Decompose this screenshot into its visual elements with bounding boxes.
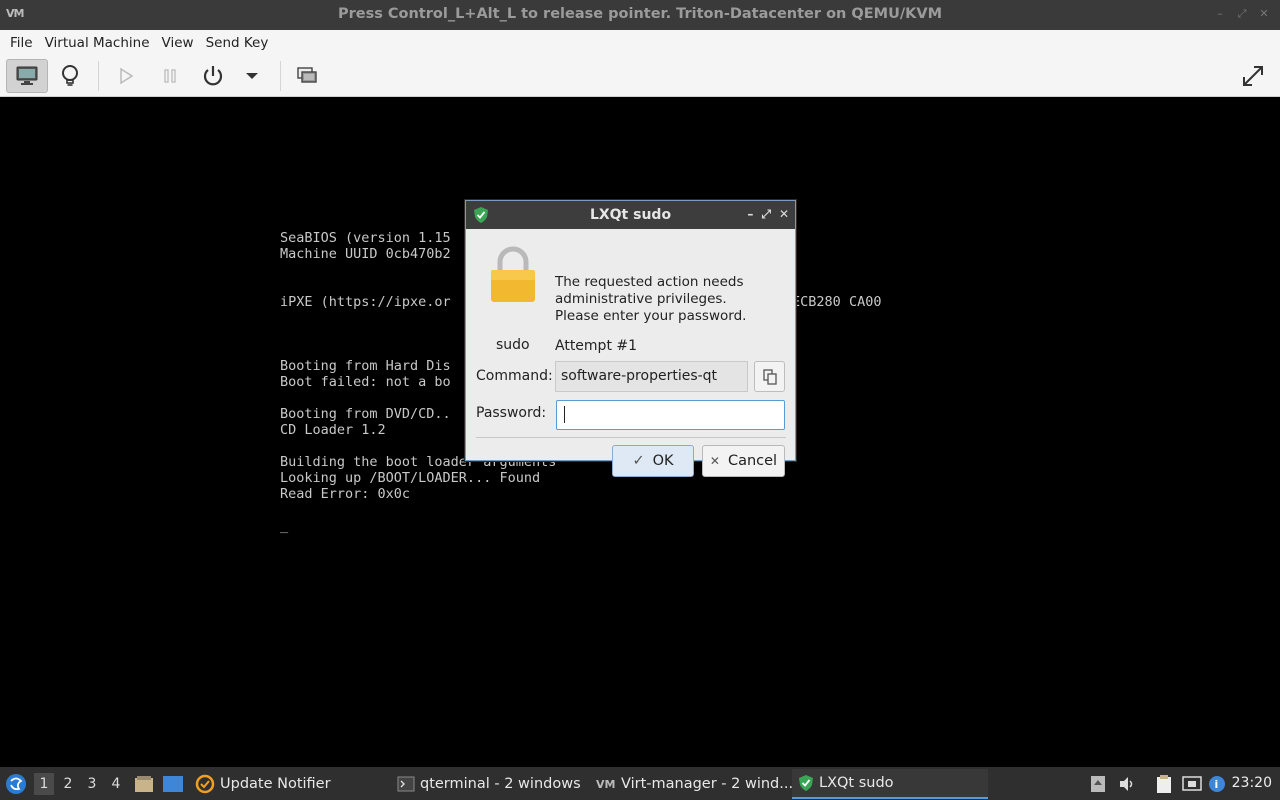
update-notifier-icon <box>195 774 215 794</box>
network-icon <box>1182 775 1202 791</box>
cancel-x-icon: ✕ <box>709 454 720 468</box>
play-icon <box>120 67 134 85</box>
pause-icon <box>164 69 176 83</box>
svg-text:VM: VM <box>596 778 615 791</box>
attempt-label: Attempt #1 <box>555 338 638 354</box>
task-lxqt-sudo[interactable]: LXQt sudo <box>792 769 988 799</box>
sudo-dialog: LXQt sudo – ⤢ ✕ sudo The requested actio… <box>465 200 796 477</box>
menu-send-key[interactable]: Send Key <box>200 35 275 51</box>
message-line: The requested action needs <box>555 274 744 290</box>
terminal-icon <box>397 776 415 792</box>
fullscreen-icon <box>1243 66 1263 86</box>
task-label: LXQt sudo <box>819 775 894 791</box>
vm-window-titlebar[interactable]: VM Press Control_L+Alt_L to release poin… <box>0 0 1280 30</box>
app-menu-button[interactable] <box>5 767 27 800</box>
screenshot-button[interactable] <box>286 59 328 93</box>
clipboard-icon <box>1157 774 1171 793</box>
workspace-3[interactable]: 3 <box>82 773 102 795</box>
close-icon[interactable]: ✕ <box>1258 8 1270 20</box>
shutdown-button[interactable] <box>192 59 234 93</box>
menu-view[interactable]: View <box>156 35 200 51</box>
eject-icon <box>1091 775 1105 792</box>
info-icon: i <box>1209 775 1225 792</box>
console-line: _ <box>280 518 289 534</box>
clipboard-tray[interactable] <box>1156 767 1172 800</box>
command-field[interactable]: software-properties-qt <box>555 361 748 392</box>
shield-icon <box>799 775 813 791</box>
power-icon <box>203 66 223 86</box>
toolbar <box>0 55 1280 97</box>
minimize-icon[interactable]: – <box>1214 8 1226 20</box>
shutdown-dropdown-button[interactable] <box>232 59 272 93</box>
show-desktop-launcher[interactable] <box>162 767 184 800</box>
dialog-message: The requested action needs administrativ… <box>555 274 785 325</box>
pause-button[interactable] <box>149 59 191 93</box>
password-field[interactable] <box>556 400 785 430</box>
task-label: Update Notifier <box>220 776 331 792</box>
sudo-label: sudo <box>496 337 530 353</box>
text-caret <box>564 406 565 423</box>
ok-label: OK <box>652 453 674 469</box>
clock[interactable]: 23:20 <box>1232 775 1272 791</box>
dialog-maximize-icon[interactable]: ⤢ <box>761 207 771 222</box>
svg-text:i: i <box>1215 778 1219 791</box>
task-label: Virt-manager - 2 wind... <box>621 776 794 792</box>
message-line: administrative privileges. <box>555 291 727 307</box>
workspace-4[interactable]: 4 <box>106 773 126 795</box>
menu-file[interactable]: File <box>4 35 39 51</box>
command-label: Command: <box>476 368 553 384</box>
network-tray[interactable] <box>1182 767 1202 800</box>
divider <box>476 437 786 438</box>
notification-tray[interactable]: i <box>1208 767 1226 800</box>
volume-control[interactable] <box>1118 767 1136 800</box>
task-label: qterminal - 2 windows <box>420 776 581 792</box>
dropdown-arrow-icon <box>246 73 258 79</box>
checkmark-icon: ✓ <box>632 453 645 469</box>
dialog-title: LXQt sudo <box>589 207 672 223</box>
task-virt-manager[interactable]: VM Virt-manager - 2 wind... <box>590 769 799 799</box>
fullscreen-button[interactable] <box>1232 59 1274 93</box>
dialog-close-icon[interactable]: ✕ <box>779 207 789 222</box>
password-label: Password: <box>476 405 547 421</box>
taskbar: 1 2 3 4 Update Notifier qterminal - 2 wi… <box>0 767 1280 800</box>
menubar: File Virtual Machine View Send Key <box>0 30 1280 55</box>
console-line: Read Error: 0x0c <box>280 486 411 502</box>
screenshot-icon <box>297 67 317 83</box>
console-line: Looking up /BOOT/LOADER... Found <box>280 470 541 486</box>
workspace-1[interactable]: 1 <box>34 773 54 795</box>
copy-icon <box>762 368 777 385</box>
menu-virtual-machine[interactable]: Virtual Machine <box>39 35 156 51</box>
task-qterminal[interactable]: qterminal - 2 windows <box>391 769 587 799</box>
dialog-minimize-icon[interactable]: – <box>747 207 753 222</box>
run-button[interactable] <box>105 59 147 93</box>
folder-icon <box>135 775 153 792</box>
message-line: Please enter your password. <box>555 308 747 324</box>
console-view-button[interactable] <box>6 59 48 93</box>
workspace-2[interactable]: 2 <box>58 773 78 795</box>
copy-command-button[interactable] <box>754 361 785 392</box>
cancel-button[interactable]: ✕ Cancel <box>702 445 785 477</box>
virt-manager-icon: VM <box>596 778 615 791</box>
file-manager-launcher[interactable] <box>134 767 154 800</box>
lxqt-menu-icon <box>6 773 26 794</box>
ok-button[interactable]: ✓ OK <box>612 445 694 477</box>
lock-icon <box>491 246 535 302</box>
console-icon <box>16 66 38 85</box>
tray-item[interactable] <box>1090 767 1106 800</box>
cancel-label: Cancel <box>727 453 778 469</box>
lightbulb-icon <box>62 65 78 86</box>
details-view-button[interactable] <box>49 59 91 93</box>
desktop-icon <box>163 775 183 792</box>
maximize-icon[interactable]: ⤢ <box>1236 8 1248 20</box>
window-title: Press Control_L+Alt_L to release pointer… <box>337 6 943 22</box>
dialog-titlebar[interactable]: LXQt sudo – ⤢ ✕ <box>466 201 795 229</box>
volume-icon <box>1120 776 1133 791</box>
task-update-notifier[interactable]: Update Notifier <box>189 769 337 799</box>
